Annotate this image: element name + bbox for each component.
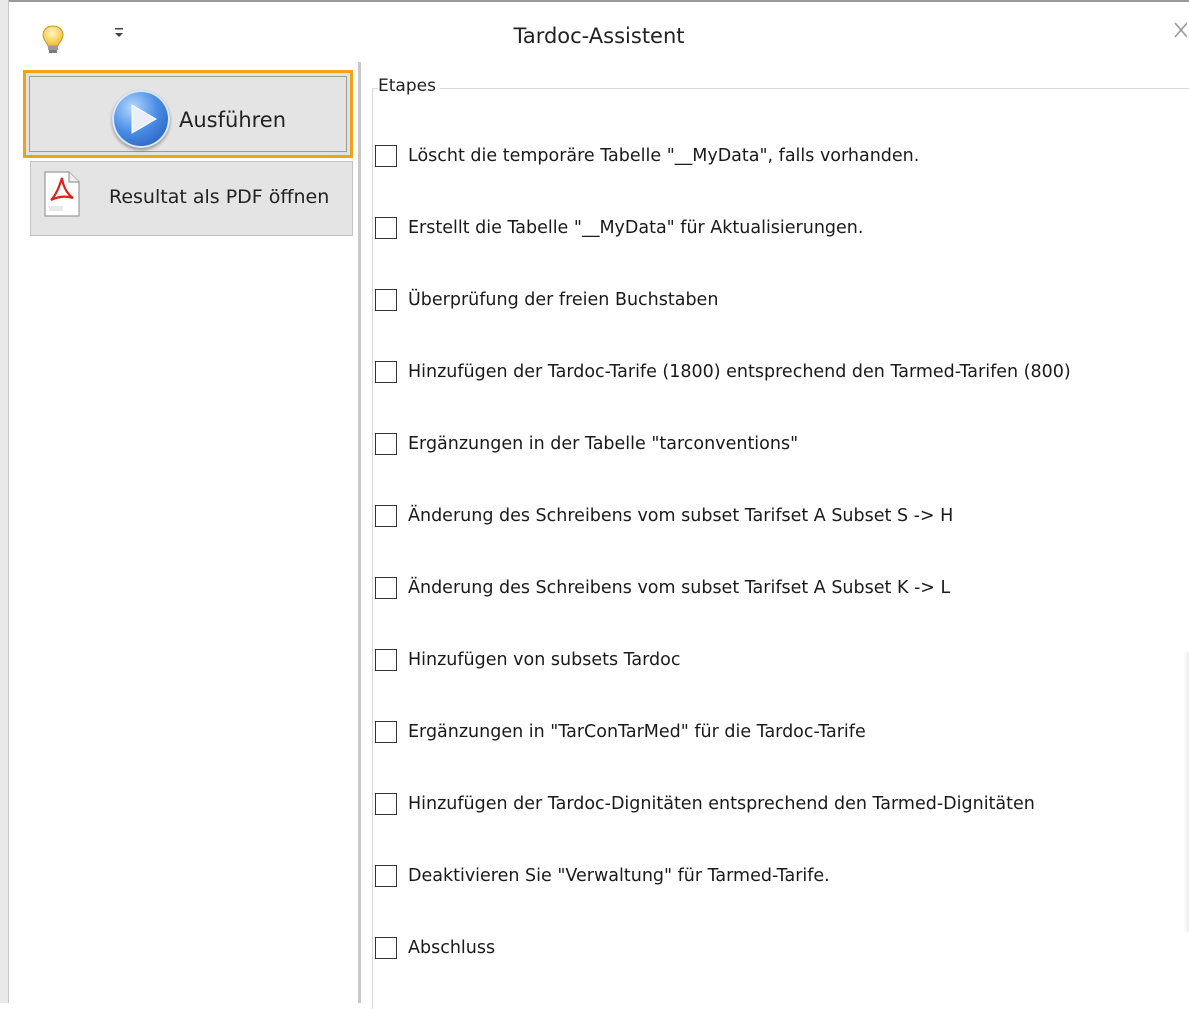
step-checkbox[interactable] xyxy=(375,721,397,743)
step-label: Löscht die temporäre Tabelle "__MyData",… xyxy=(408,146,920,166)
steps-legend: Etapes xyxy=(378,76,440,96)
step-checkbox[interactable] xyxy=(375,649,397,671)
tardoc-assistant-window: Tardoc-Assistent Ausführen Resultat als … xyxy=(0,0,1189,1009)
step-label: Ergänzungen in "TarConTarMed" für die Ta… xyxy=(408,722,866,742)
pdf-file-icon xyxy=(43,170,81,218)
step-label: Hinzufügen der Tardoc-Dignitäten entspre… xyxy=(408,794,1035,814)
step-checkbox[interactable] xyxy=(375,361,397,383)
step-checkbox[interactable] xyxy=(375,433,397,455)
play-icon xyxy=(112,90,170,148)
step-checkbox[interactable] xyxy=(375,289,397,311)
step-checkbox[interactable] xyxy=(375,577,397,599)
panel-edge-shadow xyxy=(1183,652,1189,932)
step-checkbox[interactable] xyxy=(375,937,397,959)
step-checkbox[interactable] xyxy=(375,865,397,887)
steps-panel: Etapes Löscht die temporäre Tabelle "__M… xyxy=(362,62,1189,1009)
step-label: Deaktivieren Sie "Verwaltung" für Tarmed… xyxy=(408,866,830,886)
window-left-edge xyxy=(0,0,9,1003)
title-bar: Tardoc-Assistent xyxy=(9,0,1189,64)
step-label: Hinzufügen der Tardoc-Tarife (1800) ents… xyxy=(408,362,1071,382)
step-label: Änderung des Schreibens vom subset Tarif… xyxy=(408,506,954,526)
step-checkbox[interactable] xyxy=(375,505,397,527)
step-checkbox[interactable] xyxy=(375,217,397,239)
window-title: Tardoc-Assistent xyxy=(513,24,685,48)
open-pdf-button[interactable]: Resultat als PDF öffnen xyxy=(30,161,353,236)
step-checkbox[interactable] xyxy=(375,793,397,815)
close-icon[interactable] xyxy=(1173,20,1188,48)
step-checkbox[interactable] xyxy=(375,145,397,167)
run-button[interactable]: Ausführen xyxy=(23,70,353,158)
open-pdf-button-label: Resultat als PDF öffnen xyxy=(109,186,330,208)
run-button-label: Ausführen xyxy=(179,108,287,132)
step-label: Abschluss xyxy=(408,938,496,958)
step-label: Überprüfung der freien Buchstaben xyxy=(408,290,719,310)
step-label: Erstellt die Tabelle "__MyData" für Aktu… xyxy=(408,218,864,238)
step-label: Hinzufügen von subsets Tardoc xyxy=(408,650,681,670)
step-label: Ergänzungen in der Tabelle "tarconventio… xyxy=(408,434,799,454)
step-label: Änderung des Schreibens vom subset Tarif… xyxy=(408,578,951,598)
actions-panel: Ausführen Resultat als PDF öffnen xyxy=(9,62,361,1003)
